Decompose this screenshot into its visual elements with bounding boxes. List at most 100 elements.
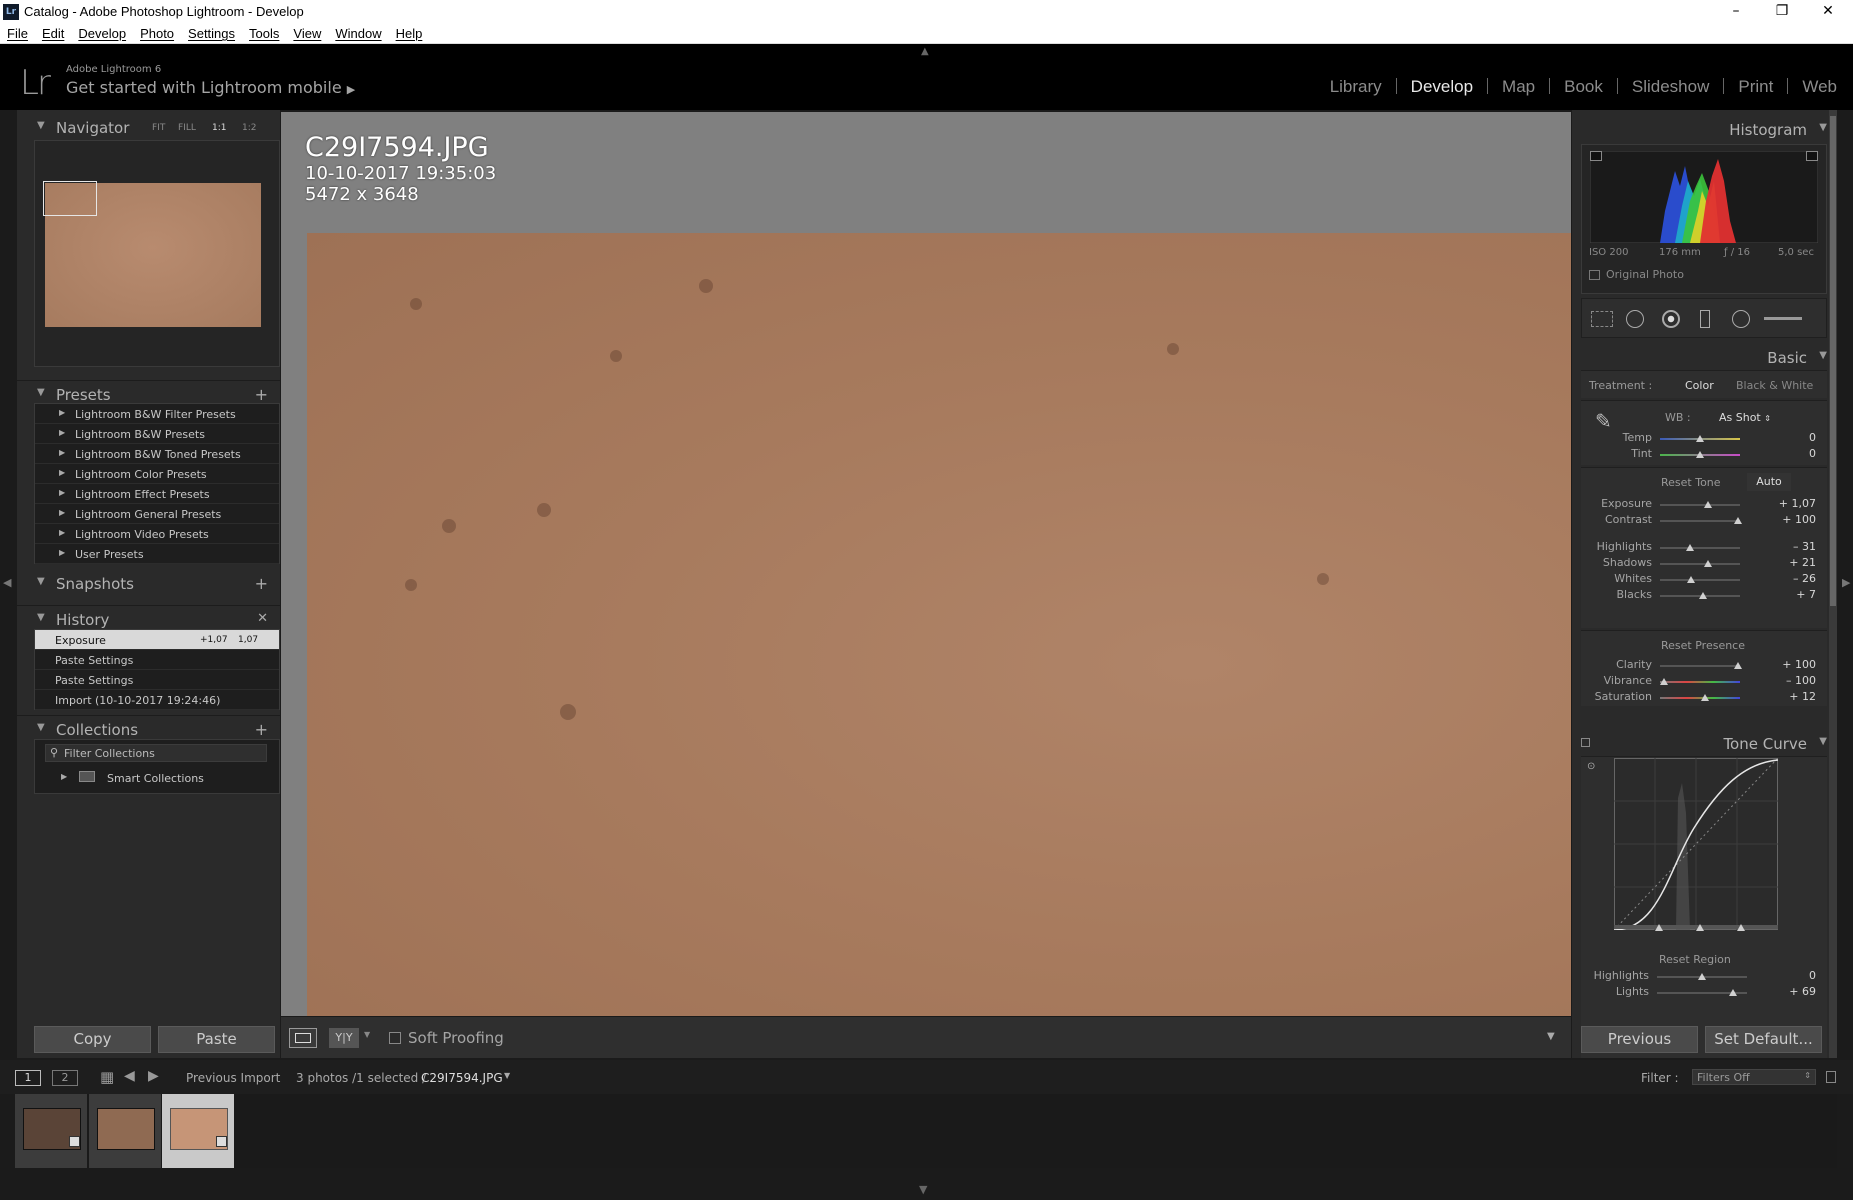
grid-view-icon[interactable]: ▦ (100, 1068, 114, 1086)
snapshots-header[interactable]: ▼ Snapshots + (17, 570, 280, 598)
zoom-1-1[interactable]: 1:1 (212, 123, 226, 133)
scrollbar-thumb[interactable] (1830, 116, 1836, 606)
slider-value[interactable]: + 1,07 (1776, 497, 1816, 510)
slider-track[interactable] (1660, 563, 1740, 565)
menu-view[interactable]: View (286, 24, 328, 41)
clear-history-icon[interactable]: ✕ (257, 611, 268, 626)
add-preset-icon[interactable]: + (255, 385, 268, 404)
menu-develop[interactable]: Develop (71, 24, 133, 41)
soft-proofing-checkbox[interactable] (389, 1032, 401, 1044)
module-print[interactable]: Print (1738, 77, 1773, 97)
histogram-box[interactable]: ISO 200 176 mm ƒ / 16 5,0 sec Original P… (1581, 144, 1827, 294)
slider-value[interactable]: + 21 (1776, 556, 1816, 569)
slider-knob[interactable] (1699, 592, 1708, 599)
menu-photo[interactable]: Photo (133, 24, 181, 41)
navigator-zoom-box[interactable] (43, 181, 97, 216)
original-photo-checkbox[interactable] (1589, 270, 1600, 280)
slider-track[interactable] (1660, 547, 1740, 549)
back-arrow-icon[interactable]: ◀ (124, 1068, 135, 1084)
add-snapshot-icon[interactable]: + (255, 574, 268, 593)
tone-curve-header[interactable]: Tone Curve ▼ (1572, 730, 1837, 758)
navigator-header[interactable]: ▼ Navigator FIT FILL 1:1 1:2 (17, 114, 280, 142)
reset-presence-button[interactable]: Reset Presence (1661, 639, 1745, 652)
history-item[interactable]: Paste Settings (35, 670, 279, 690)
film-thumbnail[interactable] (15, 1094, 87, 1168)
list-item[interactable]: ▶ Lightroom B&W Filter Presets (35, 404, 279, 424)
film-thumbnail-selected[interactable] (162, 1094, 234, 1168)
menu-edit[interactable]: Edit (35, 24, 71, 41)
range-knob[interactable] (1737, 924, 1745, 931)
wb-select[interactable]: As Shot ⇕ (1719, 411, 1771, 424)
primary-window-button[interactable]: 1 (15, 1070, 41, 1086)
slider-knob[interactable] (1733, 517, 1742, 524)
radial-filter-icon[interactable] (1732, 310, 1750, 328)
zoom-fill[interactable]: FILL (178, 123, 196, 133)
slider-track[interactable] (1660, 579, 1740, 581)
slider-value[interactable]: – 31 (1776, 540, 1816, 553)
reset-region-button[interactable]: Reset Region (1659, 953, 1731, 966)
red-eye-icon[interactable] (1662, 310, 1680, 328)
history-item[interactable]: Paste Settings (35, 650, 279, 670)
highlight-clipping-icon[interactable] (1806, 151, 1818, 161)
slider-knob[interactable] (1687, 576, 1696, 583)
mobile-link[interactable]: Get started with Lightroom mobile ▶ (66, 78, 355, 97)
wb-eyedropper-icon[interactable]: ✎ (1595, 409, 1612, 433)
basic-header[interactable]: Basic ▼ (1572, 344, 1837, 372)
list-item[interactable]: ▶ Lightroom B&W Toned Presets (35, 444, 279, 464)
list-item[interactable]: ▶ User Presets (35, 544, 279, 564)
module-map[interactable]: Map (1502, 77, 1535, 97)
left-panel-toggle-icon[interactable]: ◀ (3, 576, 11, 589)
smart-collections-item[interactable]: ▶ Smart Collections (35, 768, 279, 788)
slider-value[interactable]: + 100 (1776, 658, 1816, 671)
set-default-button[interactable]: Set Default... (1705, 1026, 1822, 1053)
top-panel-toggle-icon[interactable]: ▲ (921, 46, 929, 57)
reset-tone-button[interactable]: Reset Tone (1661, 476, 1721, 489)
close-button[interactable]: ✕ (1805, 0, 1851, 24)
histogram-header[interactable]: Histogram ▼ (1572, 116, 1837, 144)
treatment-color-option[interactable]: Color (1685, 379, 1714, 392)
menu-settings[interactable]: Settings (181, 24, 242, 41)
slider-track[interactable] (1660, 504, 1740, 506)
crop-tool-icon[interactable] (1591, 311, 1613, 327)
list-item[interactable]: ▶ Lightroom Video Presets (35, 524, 279, 544)
slider-value[interactable]: + 100 (1776, 513, 1816, 526)
film-thumbnail[interactable] (89, 1094, 161, 1168)
slider-value[interactable]: + 69 (1776, 985, 1816, 998)
list-item[interactable]: ▶ Lightroom General Presets (35, 504, 279, 524)
list-item[interactable]: ▶ Lightroom B&W Presets (35, 424, 279, 444)
range-knob[interactable] (1696, 924, 1704, 931)
slider-value[interactable]: – 100 (1776, 674, 1816, 687)
slider-value[interactable]: 0 (1776, 431, 1816, 444)
filter-collections-input[interactable]: ⚲ Filter Collections (45, 744, 267, 762)
filter-lock-icon[interactable] (1826, 1071, 1836, 1083)
list-item[interactable]: ▶ Lightroom Effect Presets (35, 484, 279, 504)
dropdown-icon[interactable]: ▼ (364, 1030, 370, 1039)
tone-curve-toggle-icon[interactable] (1581, 738, 1590, 747)
filter-select[interactable]: Filters Off ⇕ (1692, 1069, 1816, 1085)
adjustment-brush-icon[interactable] (1764, 317, 1802, 320)
slider-knob[interactable] (1704, 501, 1712, 508)
secondary-window-button[interactable]: 2 (52, 1070, 78, 1086)
navigator-preview[interactable] (34, 140, 280, 367)
slider-value[interactable]: 0 (1776, 447, 1816, 460)
slider-value[interactable]: – 26 (1776, 572, 1816, 585)
target-adjustment-icon[interactable]: ⊙ (1587, 761, 1595, 772)
selected-filename[interactable]: C29I7594.JPG (421, 1071, 503, 1085)
minimize-button[interactable]: – (1713, 0, 1759, 24)
range-knob[interactable] (1655, 924, 1663, 931)
slider-knob[interactable] (1685, 544, 1694, 551)
slider-track[interactable] (1660, 520, 1740, 522)
forward-arrow-icon[interactable]: ▶ (148, 1068, 159, 1084)
slider-knob[interactable] (1700, 694, 1709, 701)
zoom-fit[interactable]: FIT (152, 123, 165, 133)
module-library[interactable]: Library (1330, 77, 1382, 97)
menu-file[interactable]: File (0, 24, 35, 41)
slider-knob[interactable] (1728, 989, 1737, 996)
menu-tools[interactable]: Tools (242, 24, 286, 41)
slider-value[interactable]: + 12 (1776, 690, 1816, 703)
slider-value[interactable]: 0 (1776, 969, 1816, 982)
slider-track[interactable] (1660, 681, 1740, 683)
toolbar-menu-icon[interactable]: ▼ (1547, 1031, 1555, 1042)
photo-canvas[interactable] (307, 233, 1571, 1016)
slider-knob[interactable] (1660, 678, 1668, 685)
